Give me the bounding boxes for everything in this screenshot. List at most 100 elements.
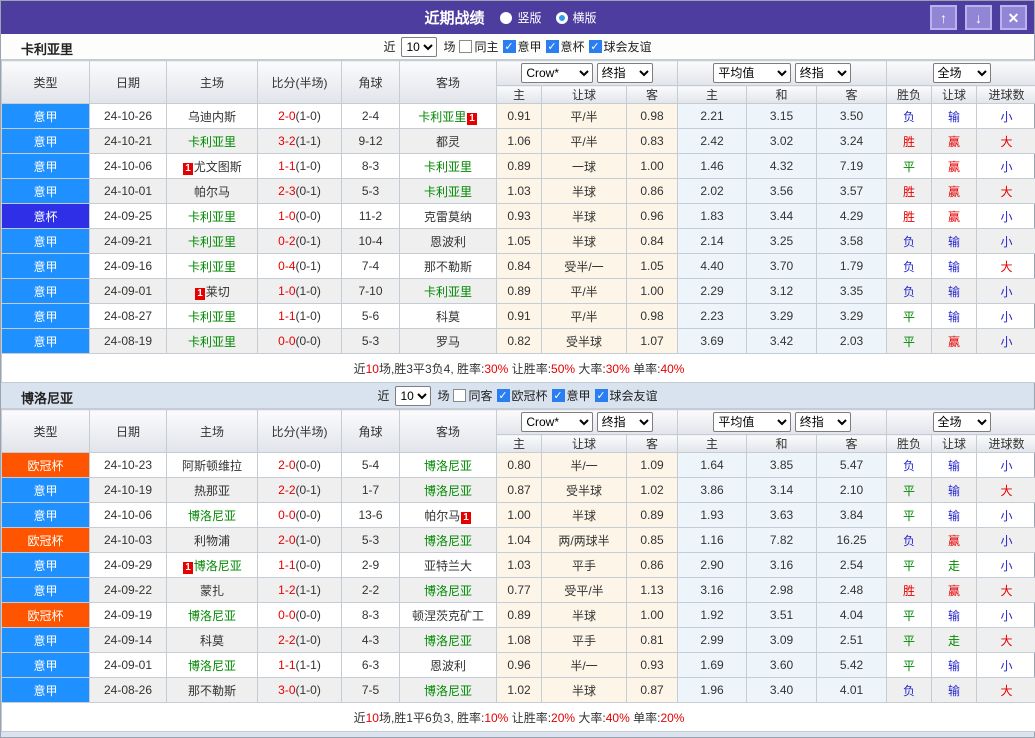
odds-stage-select[interactable]: 终指 <box>596 412 653 432</box>
avg-away-cell: 3.84 <box>816 502 888 528</box>
avg-source-select[interactable]: 平均值 <box>713 412 792 432</box>
summary-text: 让胜率: <box>508 361 552 376</box>
avg-stage-select[interactable]: 终指 <box>794 412 851 432</box>
sub-column-header: 胜负 <box>886 85 933 104</box>
league-filter-checkbox[interactable]: 欧冠杯 <box>496 387 548 404</box>
league-filter-checkbox[interactable]: 球会友谊 <box>588 38 652 55</box>
team-name: 博洛尼亚 <box>423 683 472 698</box>
summary-stat-value: 40% <box>605 710 630 725</box>
corner-cell: 7-4 <box>341 253 400 279</box>
corner-cell: 5-6 <box>341 303 400 329</box>
fulltime-score: 0-2 <box>278 234 296 248</box>
outcome-result-cell: 平 <box>886 602 933 628</box>
checkbox-checked-icon <box>594 389 608 402</box>
away-team-cell: 博洛尼亚 <box>399 477 497 503</box>
odds-home-cell: 0.91 <box>496 303 542 329</box>
scope-select[interactable]: 全场 <box>932 412 991 432</box>
radio-horizontal-label: 横版 <box>572 11 597 25</box>
league-type-cell: 意甲 <box>1 627 90 653</box>
match-row: 意甲 24-10-19 热那亚 2-2(0-1) 1-7 博洛尼亚 0.87 受半球 1.02 3… <box>1 477 1035 503</box>
goals-result-cell: 大 <box>976 627 1035 653</box>
odds-stage-select[interactable]: 终指 <box>596 63 653 83</box>
team-name: 恩波利 <box>429 658 466 673</box>
handicap-result-cell: 赢 <box>931 328 978 354</box>
handicap-result-cell: 输 <box>931 253 978 279</box>
avg-draw-cell: 3.14 <box>746 477 818 503</box>
avg-away-cell: 2.03 <box>816 328 888 354</box>
league-filter-checkbox[interactable]: 意杯 <box>545 38 585 55</box>
league-filter-label: 球会友谊 <box>603 40 652 54</box>
same-venue-checkbox[interactable]: 同主 <box>459 38 499 55</box>
outcome-result-cell: 平 <box>886 502 933 528</box>
away-team-cell: 博洛尼亚 <box>399 527 497 553</box>
odds-handicap-cell: 半球 <box>541 602 627 628</box>
section-header: 卡利亚里 近 10 场 同主 意甲 意杯 球会友谊 <box>1 34 1034 60</box>
goals-result-cell: 小 <box>976 278 1035 304</box>
same-venue-checkbox[interactable]: 同客 <box>453 387 493 404</box>
avg-draw-cell: 3.44 <box>746 203 818 229</box>
team-name: 都灵 <box>435 134 460 149</box>
home-team-cell: 1 莱切 <box>166 278 258 304</box>
odds-home-cell: 1.03 <box>496 178 542 204</box>
league-type-cell: 意杯 <box>1 203 90 229</box>
matches-count-select[interactable]: 10 <box>395 385 432 406</box>
match-date-cell: 24-10-23 <box>89 452 167 478</box>
move-up-button[interactable]: ↑ <box>930 5 957 30</box>
avg-stage-select[interactable]: 终指 <box>794 63 851 83</box>
match-date-cell: 24-08-19 <box>89 328 167 354</box>
match-row: 意甲 24-10-21 卡利亚里 3-2(1-1) 9-12 都灵 1.06 平/半 0.83 2… <box>1 128 1035 154</box>
score-cell: 2-2(1-0) <box>257 627 342 653</box>
score-cell: 1-0(1-0) <box>257 278 342 304</box>
avg-draw-cell: 3.12 <box>746 278 818 304</box>
match-row: 意甲 24-09-21 卡利亚里 0-2(0-1) 10-4 恩波利 1.05 半球 0.84 2… <box>1 228 1035 254</box>
odds-source-select[interactable]: Crow* <box>521 412 594 432</box>
match-date-cell: 24-09-29 <box>89 552 167 578</box>
move-down-button[interactable]: ↓ <box>965 5 992 30</box>
match-date-cell: 24-09-22 <box>89 577 167 603</box>
layout-radio-horizontal[interactable]: 横版 <box>555 9 597 26</box>
odds-away-cell: 1.00 <box>625 153 679 179</box>
avg-away-cell: 4.04 <box>816 602 888 628</box>
league-filter-checkbox[interactable]: 意甲 <box>551 387 591 404</box>
corner-cell: 11-2 <box>341 203 400 229</box>
odds-home-cell: 1.02 <box>496 677 542 703</box>
matches-count-select[interactable]: 10 <box>401 36 438 57</box>
checkbox-unchecked-icon <box>453 389 467 402</box>
column-header: 客场 <box>399 60 497 104</box>
fulltime-score: 1-0 <box>278 284 296 298</box>
home-team-cell: 卡利亚里 <box>166 303 258 329</box>
halftime-score: (0-0) <box>295 209 321 223</box>
avg-draw-cell: 3.85 <box>746 452 818 478</box>
odds-away-cell: 0.86 <box>625 178 679 204</box>
goals-result-cell: 大 <box>976 253 1035 279</box>
fulltime-score: 2-0 <box>278 533 296 547</box>
avg-away-cell: 3.35 <box>816 278 888 304</box>
league-type-cell: 欧冠杯 <box>1 527 90 553</box>
section-team-name: 卡利亚里 <box>21 42 74 57</box>
handicap-result-cell: 输 <box>931 103 978 129</box>
match-row: 意甲 24-10-26 乌迪内斯 2-0(1-0) 2-4 卡利亚里 1 0.91 平/半 0.9… <box>1 103 1035 129</box>
handicap-result-cell: 赢 <box>931 128 978 154</box>
league-filter-checkbox[interactable]: 意甲 <box>502 38 542 55</box>
layout-radio-vertical[interactable]: 竖版 <box>500 9 542 26</box>
match-row: 意甲 24-10-06 博洛尼亚 0-0(0-0) 13-6 帕尔马 1 1.00 半球 0.89… <box>1 502 1035 528</box>
odds-away-cell: 0.81 <box>625 627 679 653</box>
league-filter-checkbox[interactable]: 球会友谊 <box>594 387 658 404</box>
handicap-result-cell: 输 <box>931 477 978 503</box>
titlebar: 近期战绩 竖版 横版 ↑ ↓ ✕ <box>1 1 1034 34</box>
sub-column-header: 和 <box>746 434 818 453</box>
goals-result-cell: 小 <box>976 228 1035 254</box>
scope-select[interactable]: 全场 <box>932 63 991 83</box>
checkbox-checked-icon <box>545 40 559 53</box>
avg-source-select[interactable]: 平均值 <box>713 63 792 83</box>
team-name: 那不勒斯 <box>423 259 472 274</box>
odds-source-select[interactable]: Crow* <box>521 63 594 83</box>
halftime-score: (0-0) <box>295 608 321 622</box>
avg-away-cell: 2.10 <box>816 477 888 503</box>
score-cell: 1-2(1-1) <box>257 577 342 603</box>
outcome-result-cell: 平 <box>886 303 933 329</box>
team-name: 卡利亚里 <box>187 259 236 274</box>
close-button[interactable]: ✕ <box>1000 5 1027 30</box>
odds-home-cell: 0.93 <box>496 203 542 229</box>
halftime-score: (0-0) <box>295 558 321 572</box>
